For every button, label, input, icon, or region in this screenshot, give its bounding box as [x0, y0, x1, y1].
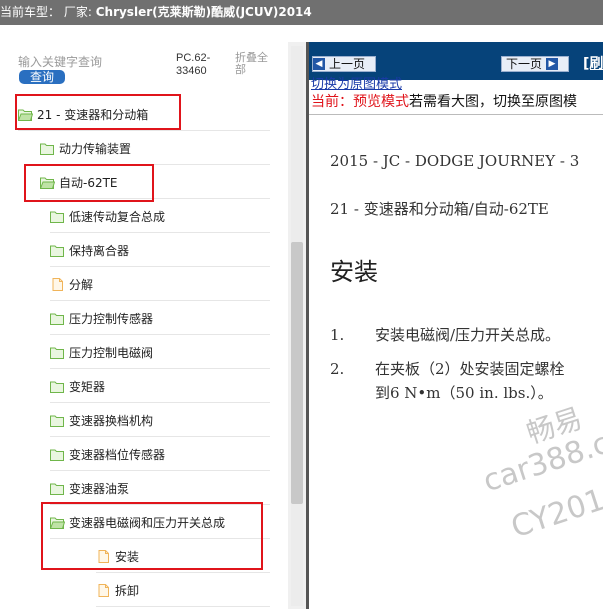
- tree-item[interactable]: 动力传输装置: [40, 132, 270, 165]
- preview-mode-note: 当前：预览模式若需看大图，切换至原图模: [311, 94, 577, 112]
- tree-item[interactable]: 变速器换档机构: [50, 404, 270, 437]
- folder-icon: [50, 245, 64, 257]
- tree-scrollbar[interactable]: [288, 42, 306, 609]
- next-page-button[interactable]: 下一页 ▶: [501, 56, 569, 72]
- window-title-bar: 当前车型： 厂家: Chrysler(克莱斯勒)酷威(JCUV)2014: [0, 0, 603, 25]
- refresh-link[interactable]: [刷: [583, 52, 603, 76]
- arrow-left-icon: ◀: [313, 58, 325, 70]
- tree-item-label: 变速器换档机构: [69, 413, 154, 428]
- current-mode-label: 当前：预览模式: [311, 95, 409, 110]
- tree-item[interactable]: 拆卸: [96, 574, 270, 607]
- switch-original-link[interactable]: 切换为原图模式: [311, 77, 402, 90]
- content-separator: [309, 114, 603, 115]
- tree-item-label: 变速器油泵: [69, 481, 130, 496]
- highlight-box: [24, 164, 154, 202]
- doc-step: 2. 在夹板（2）处安装固定螺栓: [330, 360, 565, 378]
- prev-page-button[interactable]: ◀ 上一页: [312, 56, 376, 72]
- top-spacer: [0, 25, 603, 42]
- document-icon: [52, 277, 63, 291]
- tree-item-label: 分解: [69, 277, 94, 292]
- search-input[interactable]: [18, 55, 168, 69]
- doc-heading: 安装: [330, 258, 378, 286]
- vehicle-model-name: Chrysler(克莱斯勒)酷威(JCUV)2014: [95, 5, 312, 19]
- tree-item-label: 压力控制传感器: [69, 311, 154, 326]
- tree-item[interactable]: 低速传动复合总成: [50, 200, 270, 233]
- folder-icon: [50, 347, 64, 359]
- tree-item[interactable]: 变速器油泵: [50, 472, 270, 505]
- tree-item[interactable]: 保持离合器: [50, 234, 270, 267]
- tree-item[interactable]: 分解: [50, 268, 270, 301]
- doc-section-line: 21 - 变速器和分动箱/自动-62TE: [330, 200, 549, 218]
- document-icon: [98, 583, 109, 597]
- highlight-box: [41, 502, 263, 570]
- tree-item[interactable]: 压力控制电磁阀: [50, 336, 270, 369]
- tree-item-label: 拆卸: [115, 583, 140, 598]
- tree-item[interactable]: 变速器档位传感器: [50, 438, 270, 471]
- collapse-all-link[interactable]: 折叠全部: [235, 52, 275, 76]
- current-model-label: 当前车型：: [0, 5, 61, 19]
- folder-icon: [50, 381, 64, 393]
- tree-item-label: 变矩器: [69, 379, 106, 394]
- tree-item-label: 保持离合器: [69, 243, 130, 258]
- page-nav-bar: ◀ 上一页 下一页 ▶ [刷: [309, 42, 603, 80]
- query-button[interactable]: 查询: [19, 70, 65, 84]
- tree-item[interactable]: 变矩器: [50, 370, 270, 403]
- scrollbar-thumb[interactable]: [291, 242, 303, 504]
- search-area: 查询 PC.62-33460 折叠全部: [0, 42, 306, 92]
- tree-item-label: 动力传输装置: [59, 141, 132, 156]
- doc-vehicle-line: 2015 - JC - DODGE JOURNEY - 3: [330, 152, 580, 170]
- category-tree-panel: 查询 PC.62-33460 折叠全部 21 - 变速器和分动箱动力传输装置自动…: [0, 42, 306, 609]
- arrow-right-icon: ▶: [546, 58, 559, 70]
- vendor-label: 厂家:: [63, 5, 92, 19]
- folder-icon: [40, 143, 54, 155]
- doc-step: 1. 安装电磁阀/压力开关总成。: [330, 326, 561, 344]
- folder-icon: [50, 483, 64, 495]
- tree-item[interactable]: 压力控制传感器: [50, 302, 270, 335]
- folder-icon: [50, 313, 64, 325]
- folder-icon: [50, 449, 64, 461]
- folder-icon: [50, 415, 64, 427]
- preview-hint: 若需看大图，切换至原图模: [409, 95, 577, 110]
- tree-item-label: 低速传动复合总成: [69, 209, 166, 224]
- document-panel: ◀ 上一页 下一页 ▶ [刷 切换为原图模式 当前：预览模式若需看大图，切换至原…: [309, 42, 603, 609]
- highlight-box: [15, 94, 181, 130]
- pc-code-label: PC.62-33460: [176, 52, 211, 77]
- doc-step: 到6 N•m（50 in. lbs.）。: [375, 384, 553, 402]
- folder-icon: [50, 211, 64, 223]
- tree-item-label: 压力控制电磁阀: [69, 345, 154, 360]
- tree-item-label: 变速器档位传感器: [69, 447, 166, 462]
